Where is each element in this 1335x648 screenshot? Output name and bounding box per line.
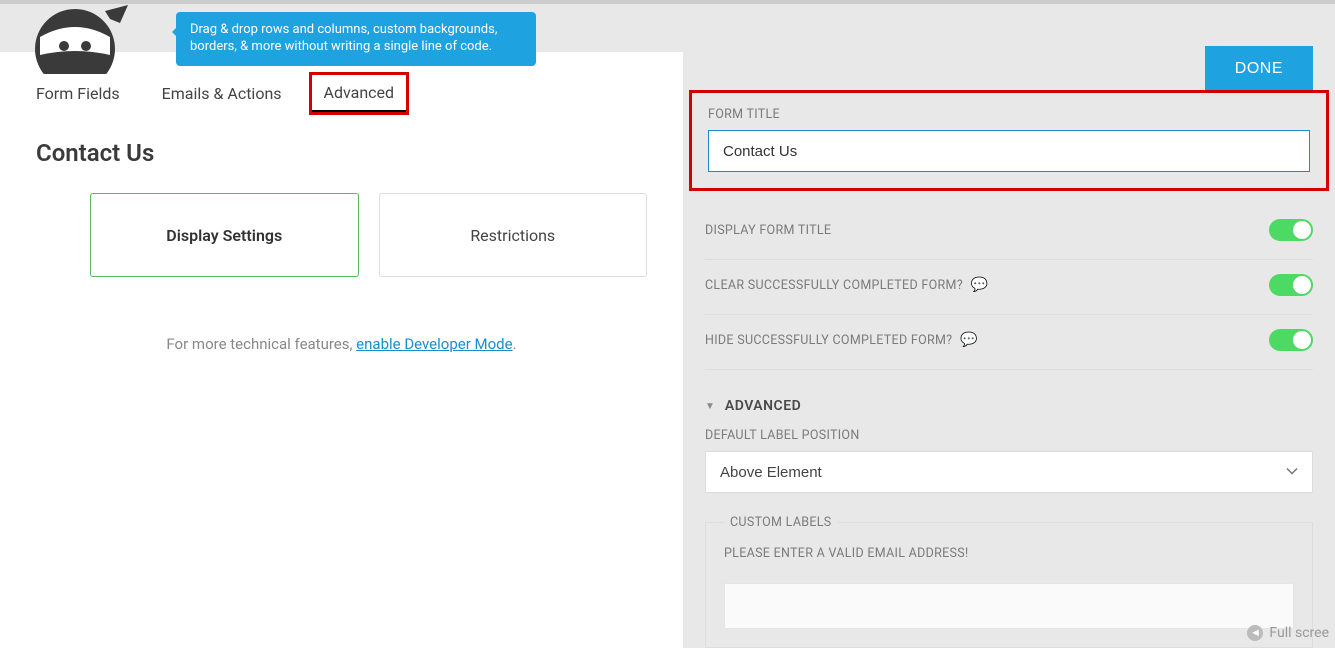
- advanced-section-header[interactable]: ▼ ADVANCED: [705, 398, 1313, 414]
- email-error-input[interactable]: [724, 583, 1294, 629]
- right-panel: FORM TITLE DISPLAY FORM TITLE CLEAR SUCC…: [683, 52, 1335, 648]
- tech-note-suffix: .: [513, 335, 517, 353]
- caret-down-icon: ▼: [705, 401, 715, 412]
- custom-labels-fieldset: CUSTOM LABELS PLEASE ENTER A VALID EMAIL…: [705, 515, 1313, 648]
- default-label-position-label: DEFAULT LABEL POSITION: [705, 428, 1313, 443]
- fullscreen-text: Full scree: [1269, 625, 1329, 641]
- default-label-position-select[interactable]: Above Element: [705, 451, 1313, 493]
- settings-cards: Display Settings Restrictions: [0, 193, 683, 277]
- custom-labels-legend: CUSTOM LABELS: [724, 515, 838, 530]
- advanced-section-title: ADVANCED: [725, 398, 801, 414]
- ninja-logo: [20, 0, 130, 74]
- display-form-title-toggle[interactable]: [1269, 219, 1313, 241]
- left-panel: Form Fields Emails & Actions Advanced Co…: [0, 52, 683, 648]
- hide-completed-toggle[interactable]: [1269, 329, 1313, 351]
- email-error-label: PLEASE ENTER A VALID EMAIL ADDRESS!: [724, 546, 1294, 561]
- fullscreen-hint[interactable]: ◄ Full scree: [1247, 625, 1329, 641]
- tab-advanced[interactable]: Advanced: [312, 75, 407, 112]
- tab-form-fields[interactable]: Form Fields: [36, 80, 120, 107]
- card-display-settings[interactable]: Display Settings: [90, 193, 359, 277]
- hide-completed-label: HIDE SUCCESSFULLY COMPLETED FORM?: [705, 333, 952, 348]
- promo-tooltip: Drag & drop rows and columns, custom bac…: [176, 12, 536, 66]
- main-content: Form Fields Emails & Actions Advanced Co…: [0, 52, 1335, 648]
- form-title-input[interactable]: [708, 130, 1310, 172]
- tech-note-prefix: For more technical features,: [166, 335, 356, 353]
- developer-mode-note: For more technical features, enable Deve…: [0, 335, 683, 353]
- form-title-label: FORM TITLE: [708, 107, 1310, 122]
- card-restrictions[interactable]: Restrictions: [379, 193, 648, 277]
- header: Drag & drop rows and columns, custom bac…: [0, 4, 1335, 52]
- page-title: Contact Us: [0, 127, 683, 193]
- toggle-display-form-title: DISPLAY FORM TITLE: [705, 205, 1313, 260]
- comment-icon: 💬: [971, 277, 988, 293]
- comment-icon: 💬: [960, 332, 977, 348]
- enable-developer-mode-link[interactable]: enable Developer Mode: [356, 335, 512, 353]
- clear-completed-label: CLEAR SUCCESSFULLY COMPLETED FORM?: [705, 278, 963, 293]
- toggle-hide-completed: HIDE SUCCESSFULLY COMPLETED FORM? 💬: [705, 315, 1313, 370]
- form-title-highlight: FORM TITLE: [689, 90, 1329, 191]
- display-form-title-label: DISPLAY FORM TITLE: [705, 223, 831, 238]
- tab-emails-actions[interactable]: Emails & Actions: [162, 80, 282, 107]
- clear-completed-toggle[interactable]: [1269, 274, 1313, 296]
- arrow-left-icon: ◄: [1247, 625, 1263, 641]
- toggle-clear-completed: CLEAR SUCCESSFULLY COMPLETED FORM? 💬: [705, 260, 1313, 315]
